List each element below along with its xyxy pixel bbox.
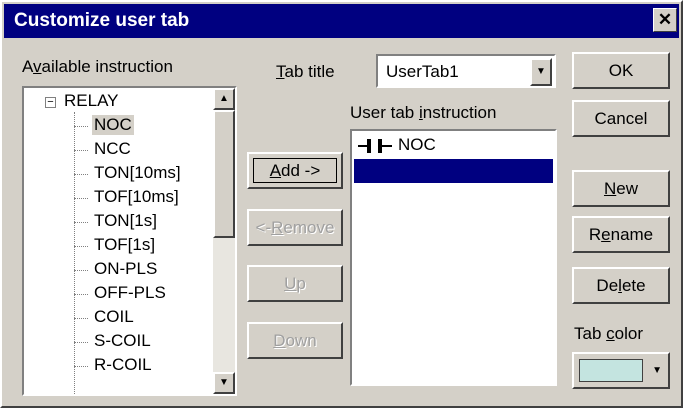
tree-item[interactable]: COIL	[92, 307, 136, 327]
customize-user-tab-dialog: Customize user tab ✕ Available instructi…	[0, 0, 683, 408]
tree-item[interactable]: TOF[10ms]	[92, 187, 181, 207]
chevron-down-icon: ▼	[536, 66, 546, 77]
tree-connector	[74, 366, 88, 367]
tab-title-combobox[interactable]: UserTab1 ▼	[376, 54, 556, 88]
tab-title-dropdown-button[interactable]: ▼	[530, 58, 552, 86]
tree-item[interactable]: S-COIL	[92, 331, 153, 351]
tree-scrollbar[interactable]: ▲ ▼	[213, 88, 235, 394]
scroll-down-icon: ▼	[219, 377, 229, 388]
tree-connector	[74, 246, 88, 247]
collapse-icon[interactable]: −	[45, 97, 56, 108]
close-button[interactable]: ✕	[653, 8, 677, 32]
scroll-thumb[interactable]	[213, 110, 235, 238]
remove-button[interactable]: <-Remove	[247, 209, 343, 246]
list-item[interactable]: NOC	[354, 133, 553, 157]
add-button[interactable]: Add ->	[247, 152, 343, 189]
available-instruction-tree[interactable]: − RELAY NOC NCC TON[10ms] TOF[10ms] TON[1s] T…	[22, 86, 237, 396]
ok-button[interactable]: OK	[572, 52, 670, 89]
tree-item[interactable]: NOC	[92, 115, 134, 135]
chevron-down-icon: ▼	[652, 365, 662, 376]
new-button[interactable]: New	[572, 170, 670, 207]
scroll-up-button[interactable]: ▲	[213, 88, 235, 110]
tree-connector	[74, 150, 88, 151]
tree-root-label: RELAY	[64, 91, 119, 110]
user-tab-instruction-label: User tab instruction	[350, 103, 497, 122]
scroll-up-icon: ▲	[219, 93, 229, 104]
tree-connector	[74, 198, 88, 199]
cancel-button[interactable]: Cancel	[572, 100, 670, 137]
tree-item[interactable]: R-COIL	[92, 355, 154, 375]
tab-title-value[interactable]: UserTab1	[386, 62, 459, 82]
rename-button[interactable]: Rename	[572, 216, 670, 253]
dialog-title: Customize user tab	[14, 10, 190, 31]
tree-connector	[74, 270, 88, 271]
user-tab-instruction-list[interactable]: NOC	[350, 129, 557, 386]
tree-item[interactable]: NCC	[92, 139, 133, 159]
tree-connector	[74, 112, 75, 394]
list-item-insert-position[interactable]	[354, 159, 553, 183]
tree-connector	[74, 174, 88, 175]
tree-connector	[74, 126, 88, 127]
tree-connector	[74, 342, 88, 343]
tree-item[interactable]: ON-PLS	[92, 259, 159, 279]
tree-connector	[74, 294, 88, 295]
tree-item[interactable]: TON[10ms]	[92, 163, 183, 183]
tree-connector	[74, 222, 88, 223]
available-instruction-label: Available instruction	[22, 57, 173, 76]
title-bar[interactable]: Customize user tab ✕	[4, 4, 679, 38]
list-item-label: NOC	[398, 135, 436, 154]
close-icon: ✕	[657, 10, 673, 29]
tab-color-picker[interactable]: ▼	[572, 352, 670, 389]
tree-item[interactable]: TOF[1s]	[92, 235, 157, 255]
tree-item[interactable]: TON[1s]	[92, 211, 159, 231]
tab-color-label: Tab color	[574, 324, 643, 343]
tree-item[interactable]: OFF-PLS	[92, 283, 168, 303]
scroll-down-button[interactable]: ▼	[213, 372, 235, 394]
contact-no-icon	[358, 139, 392, 153]
tree-connector	[74, 318, 88, 319]
delete-button[interactable]: Delete	[572, 267, 670, 304]
color-swatch	[579, 359, 643, 382]
tab-title-label: Tab title	[276, 62, 335, 81]
down-button[interactable]: Down	[247, 322, 343, 359]
up-button[interactable]: Up	[247, 265, 343, 302]
